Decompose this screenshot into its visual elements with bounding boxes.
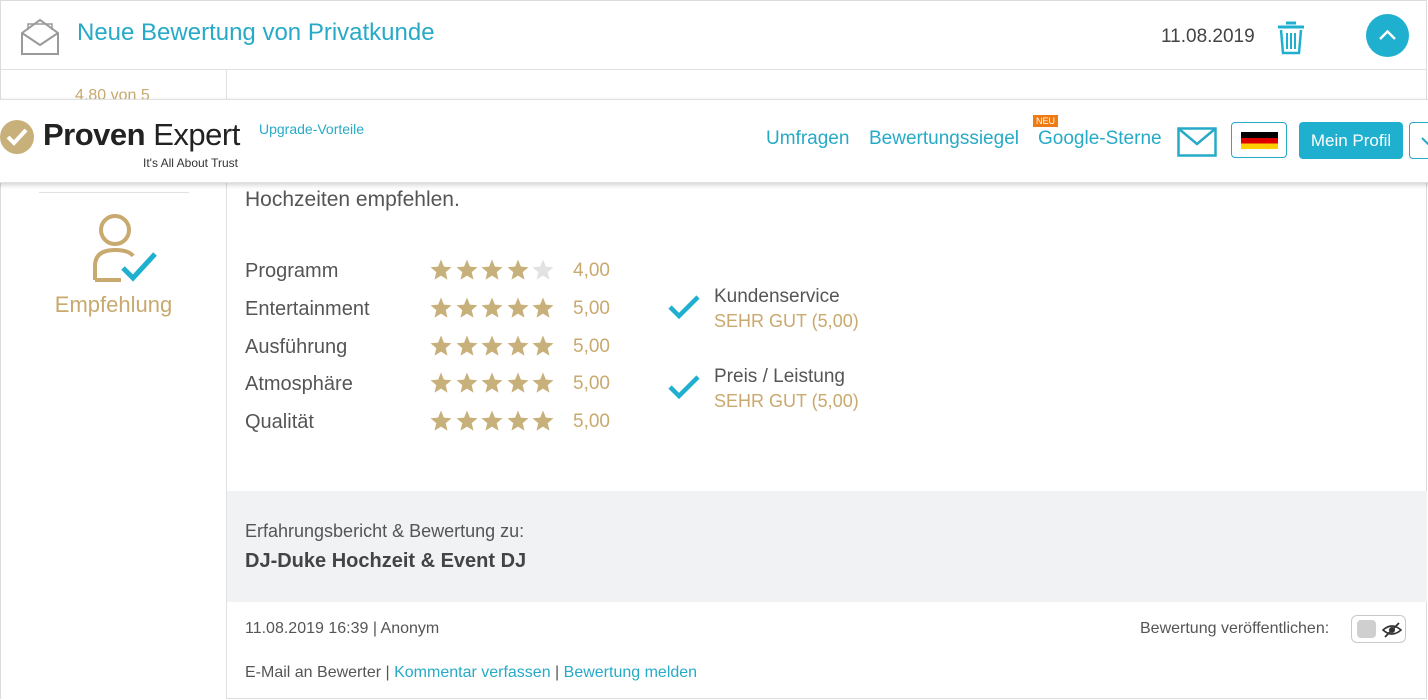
- recommendation-label: Empfehlung: [54, 292, 173, 317]
- chevron-up-icon: [1379, 29, 1396, 40]
- nav-google-sterne[interactable]: Google-Sterne: [1038, 128, 1162, 150]
- separator: |: [550, 664, 564, 681]
- mail-icon[interactable]: [1177, 127, 1217, 157]
- star-icon: [456, 410, 477, 431]
- star-icon: [532, 410, 554, 431]
- star-icon: [456, 372, 477, 393]
- reviewed-caption: Erfahrungsbericht & Bewertung zu:: [245, 521, 525, 541]
- star-icon: [430, 410, 452, 431]
- star-icon: [481, 335, 503, 356]
- rating-row: Programm 4,00: [245, 258, 645, 288]
- divider: [39, 192, 189, 193]
- rating-value: 5,00: [573, 298, 610, 319]
- star-icon: [456, 259, 477, 280]
- criterion-value: SEHR GUT (5,00): [714, 311, 859, 331]
- rating-row: Entertainment 5,00: [245, 296, 645, 326]
- star-icon: [507, 372, 528, 393]
- upgrade-link[interactable]: Upgrade-Vorteile: [259, 121, 364, 137]
- check-icon: [668, 375, 700, 400]
- recommend-user-icon: [93, 214, 157, 282]
- star-icon: [430, 335, 452, 356]
- star-icon: [481, 259, 503, 280]
- star-icon: [481, 372, 503, 393]
- rating-label: Atmosphäre: [245, 373, 353, 395]
- star-icon: [507, 297, 528, 318]
- star-icon: [481, 410, 503, 431]
- star-icon: [430, 259, 452, 280]
- star-icon: [532, 372, 554, 393]
- review-header: Neue Bewertung von Privatkunde 11.08.201…: [1, 1, 1426, 70]
- star-icon: [507, 410, 528, 431]
- my-profile-button[interactable]: Mein Profil: [1299, 122, 1403, 159]
- criterion-value: SEHR GUT (5,00): [714, 391, 859, 411]
- nav-bewertungssiegel[interactable]: Bewertungssiegel: [869, 128, 1019, 150]
- star-icon: [532, 335, 554, 356]
- star-icon: [456, 335, 477, 356]
- separator: |: [381, 664, 395, 681]
- new-badge: NEU: [1033, 115, 1059, 127]
- publish-label: Bewertung veröffentlichen:: [1140, 620, 1330, 637]
- star-icon: [430, 297, 452, 318]
- rating-value: 5,00: [573, 336, 610, 357]
- logo-light: Expert: [145, 117, 240, 152]
- review-actions: E-Mail an Bewerter | Kommentar verfassen…: [245, 664, 697, 682]
- write-comment-link[interactable]: Kommentar verfassen: [394, 664, 551, 681]
- rating-row: Atmosphäre 5,00: [245, 371, 645, 401]
- rating-label: Entertainment: [245, 298, 370, 320]
- criterion-name: Kundenservice: [714, 286, 840, 307]
- chevron-down-icon: [1421, 137, 1428, 146]
- nav-umfragen[interactable]: Umfragen: [766, 128, 849, 150]
- logo[interactable]: Proven Expert: [43, 117, 240, 153]
- rating-value: 5,00: [573, 373, 610, 394]
- criterion-name: Preis / Leistung: [714, 366, 845, 387]
- email-reviewer-text: E-Mail an Bewerter: [245, 664, 382, 681]
- star-icon: [456, 297, 477, 318]
- star-icon: [532, 259, 554, 280]
- star-icon: [532, 297, 554, 318]
- check-icon: [668, 295, 700, 320]
- review-text: Hochzeiten empfehlen.: [245, 188, 460, 211]
- rating-label: Qualität: [245, 411, 314, 433]
- logo-bold: Proven: [43, 117, 146, 152]
- logo-tagline: It's All About Trust: [143, 156, 239, 170]
- reviewed-company-band: Erfahrungsbericht & Bewertung zu: DJ-Duk…: [227, 491, 1427, 602]
- trash-icon[interactable]: [1276, 19, 1306, 55]
- review-title: Neue Bewertung von Privatkunde: [77, 19, 435, 46]
- rating-value: 4,00: [573, 260, 610, 281]
- reviewed-company: DJ-Duke Hochzeit & Event DJ: [245, 550, 527, 572]
- rating-value: 5,00: [573, 411, 610, 432]
- envelope-open-icon: [21, 18, 59, 55]
- review-meta: 11.08.2019 16:39 | Anonym: [245, 620, 440, 637]
- language-select[interactable]: [1231, 122, 1287, 158]
- star-icon: [507, 335, 528, 356]
- germany-flag-icon: [1241, 132, 1278, 149]
- star-icon: [507, 259, 528, 280]
- toggle-knob: [1357, 620, 1376, 638]
- rating-row: Qualität 5,00: [245, 409, 645, 439]
- rating-label: Programm: [245, 260, 339, 282]
- top-navbar: Proven Expert It's All About Trust Upgra…: [0, 99, 1428, 183]
- review-date: 11.08.2019: [1161, 26, 1255, 47]
- collapse-button[interactable]: [1366, 14, 1409, 57]
- rating-row: Ausführung 5,00: [245, 334, 645, 364]
- star-icon: [430, 372, 452, 393]
- report-review-link[interactable]: Bewertung melden: [564, 664, 697, 681]
- star-icon: [481, 297, 503, 318]
- logo-check-icon: [0, 120, 34, 154]
- publish-toggle[interactable]: [1351, 615, 1406, 643]
- eye-slash-icon: [1382, 622, 1402, 638]
- rating-label: Ausführung: [245, 336, 348, 358]
- more-menu-button[interactable]: [1409, 122, 1428, 159]
